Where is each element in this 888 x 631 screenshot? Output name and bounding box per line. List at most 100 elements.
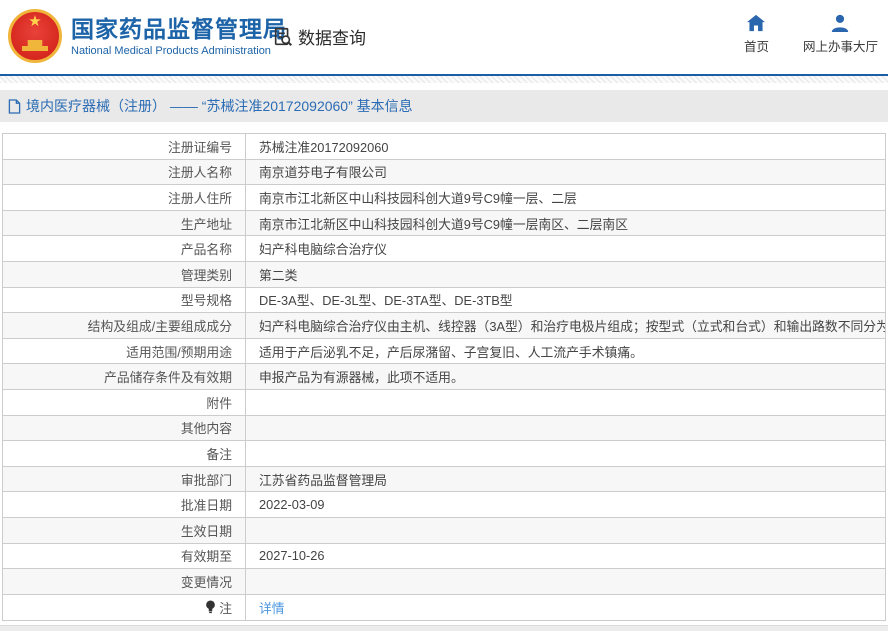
emblem-star: ★ <box>28 13 42 30</box>
row-value <box>246 416 885 441</box>
row-label: 审批部门 <box>3 466 246 492</box>
table-row: 注册人住所 南京市江北新区中山科技园科创大道9号C9幢一层、二层 <box>3 185 885 211</box>
row-value: 南京道芬电子有限公司 <box>259 165 387 181</box>
row-label: 批准日期 <box>3 492 246 517</box>
row-label-text: 型号规格 <box>180 293 232 309</box>
row-value: 2022-03-09 <box>259 497 325 513</box>
row-label-text: 生效日期 <box>180 523 232 539</box>
data-query-tab[interactable]: 数据查询 <box>272 24 366 49</box>
table-row: 生效日期 <box>3 517 885 544</box>
data-query-label: 数据查询 <box>298 29 366 48</box>
row-label-text: 审批部门 <box>180 472 232 488</box>
national-emblem-icon: ★ <box>8 9 62 63</box>
nav-home[interactable]: 首页 <box>744 14 769 55</box>
row-label-text: 备注 <box>206 446 232 462</box>
table-row: 变更情况 <box>3 569 885 595</box>
row-label: 型号规格 <box>3 287 246 313</box>
detail-link[interactable]: 详情 <box>259 598 285 617</box>
lightbulb-icon <box>205 600 216 614</box>
row-label: 注 <box>3 594 246 621</box>
row-value: 第二类 <box>259 267 298 283</box>
row-label-text: 有效期至 <box>180 549 232 565</box>
hatch-band <box>0 76 888 83</box>
row-label-text: 产品储存条件及有效期 <box>104 370 232 386</box>
document-search-icon <box>272 26 294 48</box>
row-value: 苏械注准20172092060 <box>259 139 389 155</box>
row-label-text: 其他内容 <box>180 421 232 437</box>
row-value: 南京市江北新区中山科技园科创大道9号C9幢一层、二层 <box>259 190 577 206</box>
row-label: 生效日期 <box>3 517 246 543</box>
table-row: 注册人名称 南京道芬电子有限公司 <box>3 159 885 186</box>
page: ★ 国家药品监督管理局 National Medical Products Ad… <box>0 0 888 631</box>
row-label-text: 批准日期 <box>180 498 232 514</box>
site-subtitle: National Medical Products Administration <box>71 44 271 57</box>
brand-logo[interactable]: ★ 国家药品监督管理局 National Medical Products Ad… <box>8 9 287 63</box>
footer-bar <box>0 625 888 631</box>
row-value <box>246 518 885 543</box>
document-icon <box>8 98 21 114</box>
row-value: DE-3A型、DE-3L型、DE-3TA型、DE-3TB型 <box>259 293 513 309</box>
site-title: 国家药品监督管理局 <box>71 15 287 42</box>
row-value: 申报产品为有源器械，此项不适用。 <box>259 370 464 386</box>
row-label: 注册证编号 <box>3 134 246 159</box>
row-label: 备注 <box>3 441 246 466</box>
table-row: 批准日期 2022-03-09 <box>3 492 885 518</box>
row-value: 适用于产后泌乳不足，产后尿潴留、子宫复旧、人工流产手术镇痛。 <box>259 344 643 360</box>
table-row: 附件 <box>3 389 885 416</box>
user-icon <box>830 14 850 32</box>
registration-info-table: 注册证编号 苏械注准20172092060 注册人名称 南京道芬电子有限公司 注… <box>2 133 886 622</box>
row-label: 附件 <box>3 389 246 415</box>
row-label-text: 管理类别 <box>180 267 232 283</box>
row-value: 2027-10-26 <box>259 548 325 564</box>
row-label-text: 附件 <box>206 395 232 411</box>
row-label: 其他内容 <box>3 415 246 441</box>
table-row: 其他内容 <box>3 415 885 442</box>
row-value: 详情 <box>246 595 885 621</box>
table-row: 产品储存条件及有效期 申报产品为有源器械，此项不适用。 <box>3 364 885 390</box>
row-label-text: 生产地址 <box>180 216 232 232</box>
table-row: 注 详情 <box>3 594 885 621</box>
row-value <box>246 390 885 415</box>
table-row: 备注 <box>3 441 885 467</box>
row-label: 注册人住所 <box>3 185 246 210</box>
row-label: 产品名称 <box>3 236 246 261</box>
row-value: 江苏省药品监督管理局 <box>259 472 387 488</box>
row-value <box>246 569 885 594</box>
row-value <box>246 441 885 466</box>
table-row: 结构及组成/主要组成成分 妇产科电脑综合治疗仪由主机、线控器（3A型）和治疗电极… <box>3 313 885 339</box>
row-label-text: 注册证编号 <box>168 139 232 155</box>
row-label-text: 注册人住所 <box>168 190 232 206</box>
row-label-text: 结构及组成/主要组成成分 <box>87 318 232 334</box>
nav-service-hall[interactable]: 网上办事大厅 <box>803 14 878 55</box>
row-label: 生产地址 <box>3 210 246 236</box>
table-row: 产品名称 妇产科电脑综合治疗仪 <box>3 236 885 262</box>
row-label-text: 变更情况 <box>180 574 232 590</box>
brand-text: 国家药品监督管理局 National Medical Products Admi… <box>71 16 287 57</box>
home-icon <box>746 14 766 32</box>
row-value: 妇产科电脑综合治疗仪 <box>259 242 387 258</box>
table-row: 适用范围/预期用途 适用于产后泌乳不足，产后尿潴留、子宫复旧、人工流产手术镇痛。 <box>3 338 885 365</box>
table-row: 管理类别 第二类 <box>3 261 885 288</box>
row-label: 适用范围/预期用途 <box>3 338 246 364</box>
row-label-text: 注 <box>219 600 232 616</box>
table-row: 型号规格 DE-3A型、DE-3L型、DE-3TA型、DE-3TB型 <box>3 287 885 314</box>
table-row: 注册证编号 苏械注准20172092060 <box>3 134 885 160</box>
table-row: 审批部门 江苏省药品监督管理局 <box>3 466 885 493</box>
row-label-text: 产品名称 <box>180 242 232 258</box>
site-header: ★ 国家药品监督管理局 National Medical Products Ad… <box>0 0 888 74</box>
row-value: 南京市江北新区中山科技园科创大道9号C9幢一层南区、二层南区 <box>259 216 628 232</box>
row-label: 管理类别 <box>3 261 246 287</box>
emblem-gate <box>22 40 48 51</box>
breadcrumb: 境内医疗器械（注册） —— “苏械注准20172092060” 基本信息 <box>0 90 888 122</box>
top-nav: 首页 网上办事大厅 <box>744 14 878 55</box>
nav-home-label: 首页 <box>743 40 769 54</box>
row-label-text: 适用范围/预期用途 <box>126 344 232 360</box>
row-label: 产品储存条件及有效期 <box>3 364 246 389</box>
row-label: 变更情况 <box>3 569 246 594</box>
breadcrumb-text: 境内医疗器械（注册） —— “苏械注准20172092060” 基本信息 <box>26 98 413 114</box>
row-label: 有效期至 <box>3 543 246 569</box>
row-label: 注册人名称 <box>3 159 246 185</box>
table-row: 有效期至 2027-10-26 <box>3 543 885 570</box>
row-value: 妇产科电脑综合治疗仪由主机、线控器（3A型）和治疗电极片组成；按型式（立式和台式… <box>259 318 885 334</box>
row-label: 结构及组成/主要组成成分 <box>3 313 246 338</box>
